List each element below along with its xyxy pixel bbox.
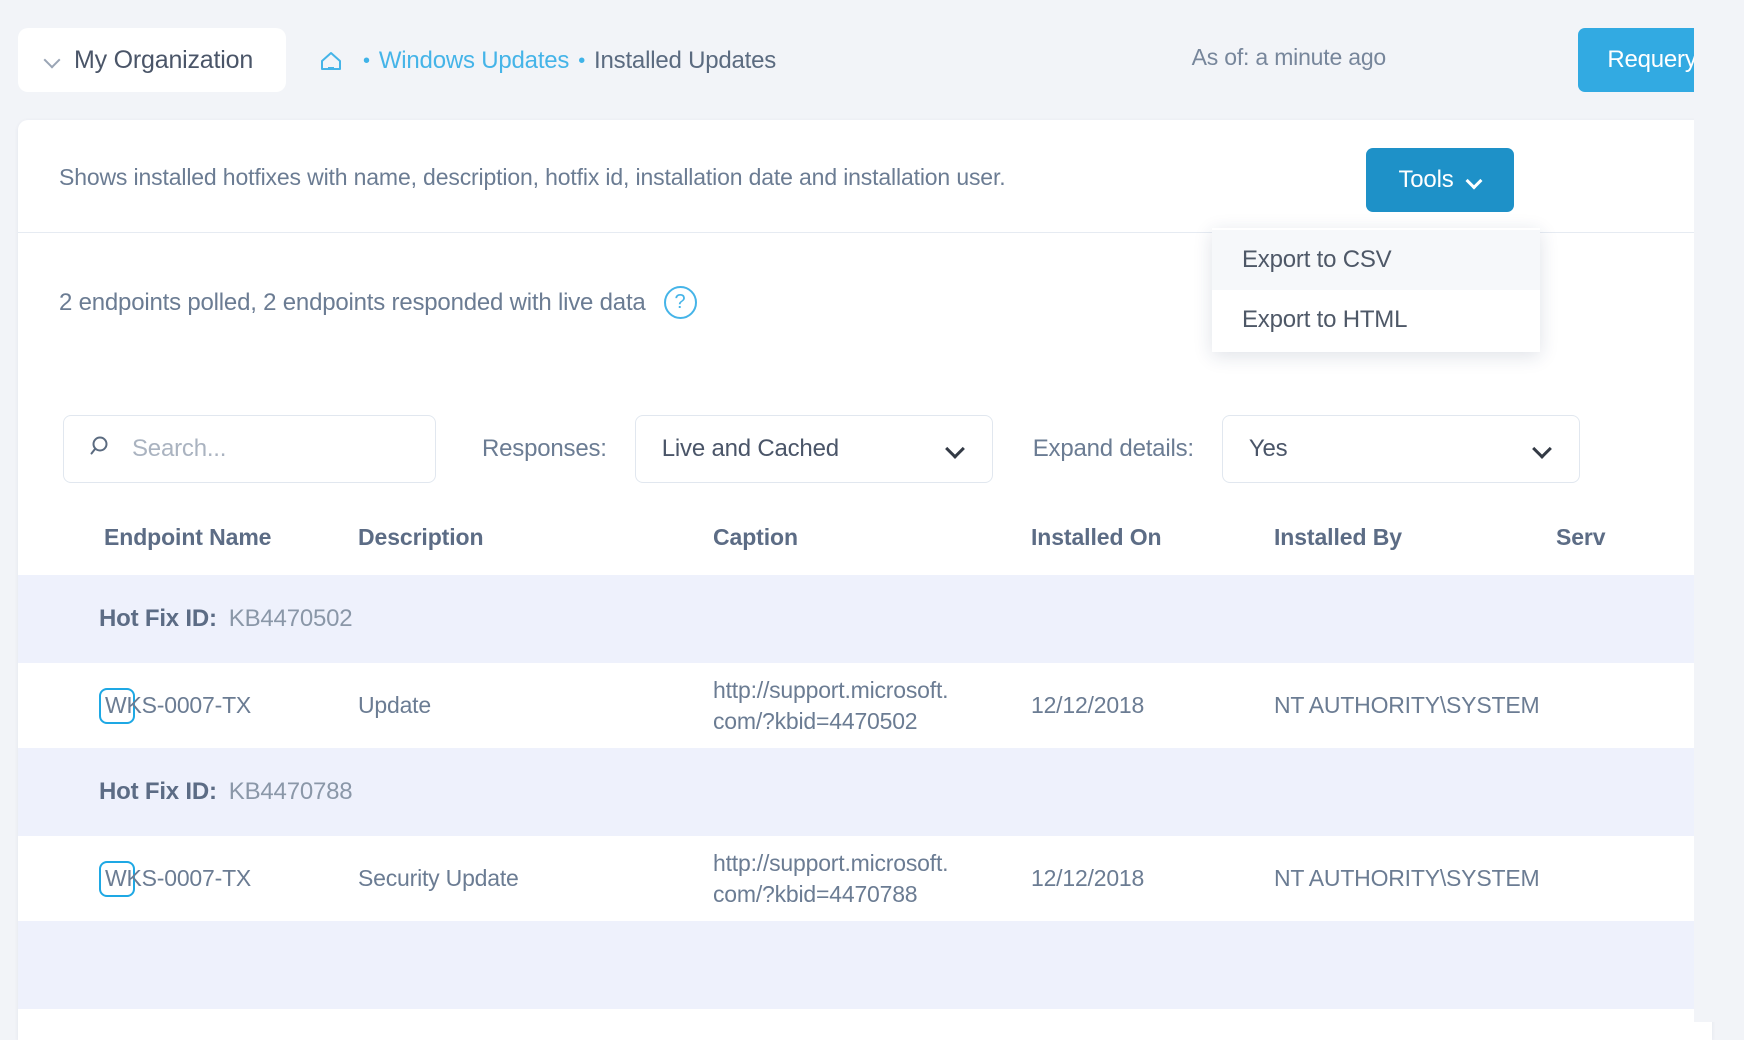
org-selector[interactable]: My Organization <box>18 28 286 92</box>
breadcrumb-link-windows-updates[interactable]: Windows Updates <box>379 47 569 75</box>
help-circle-icon[interactable]: ? <box>664 286 697 319</box>
tools-button[interactable]: Tools <box>1366 148 1514 212</box>
cell-description: Update <box>358 692 713 719</box>
responses-select[interactable]: Live and Cached <box>635 415 993 483</box>
table-row[interactable]: WKS-0007-TX Update http://support.micros… <box>18 663 1712 748</box>
polled-status-text: 2 endpoints polled, 2 endpoints responde… <box>59 289 646 317</box>
chevron-down-icon <box>1533 442 1551 454</box>
group-header-row: Hot Fix ID: KB4470788 <box>18 748 1712 836</box>
page-description: Shows installed hotfixes with name, desc… <box>59 164 1005 191</box>
cell-caption[interactable]: http://support.microsoft. com/?kbid=4470… <box>713 675 1031 737</box>
header-cell-installed-by[interactable]: Installed By <box>1274 524 1556 551</box>
page-right-margin <box>1694 0 1744 1022</box>
search-input[interactable] <box>132 435 412 463</box>
breadcrumb: • Windows Updates • Installed Updates <box>318 41 776 81</box>
cell-installed-by: NT AUTHORITY\SYSTEM <box>1274 692 1556 719</box>
breadcrumb-separator-2: • <box>578 51 585 71</box>
header-cell-service[interactable]: Serv <box>1556 524 1712 551</box>
breadcrumb-current-page: Installed Updates <box>594 47 776 75</box>
row-select-cell <box>18 861 88 897</box>
as-of-timestamp: As of: a minute ago <box>1192 44 1386 71</box>
group-label: Hot Fix ID: <box>99 605 217 633</box>
tools-button-label: Tools <box>1398 166 1453 194</box>
cell-description: Security Update <box>358 865 713 892</box>
caption-line-1: http://support.microsoft. <box>713 850 948 876</box>
group-value: KB4470502 <box>229 605 353 633</box>
breadcrumb-separator-1: • <box>363 51 370 71</box>
home-icon[interactable] <box>318 48 344 74</box>
table-row[interactable]: WKS-0007-TX Security Update http://suppo… <box>18 836 1712 921</box>
responses-select-value: Live and Cached <box>636 435 839 463</box>
expand-details-label: Expand details: <box>1033 435 1194 463</box>
menu-item-export-csv[interactable]: Export to CSV <box>1212 230 1540 290</box>
chevron-down-icon <box>1466 175 1482 186</box>
cell-endpoint-name: WKS-0007-TX <box>88 692 358 719</box>
top-bar: My Organization • Windows Updates • Inst… <box>0 0 1744 120</box>
header-cell-caption[interactable]: Caption <box>713 524 1031 551</box>
org-selector-label: My Organization <box>74 46 253 75</box>
cell-endpoint-name: WKS-0007-TX <box>88 865 358 892</box>
filter-bar: Responses: Live and Cached Expand detail… <box>63 414 1580 484</box>
tools-dropdown-menu: Export to CSV Export to HTML <box>1212 228 1540 352</box>
menu-item-export-html[interactable]: Export to HTML <box>1212 290 1540 350</box>
caption-line-1: http://support.microsoft. <box>713 677 948 703</box>
search-icon <box>88 434 114 465</box>
group-value: KB4470788 <box>229 778 353 806</box>
group-label: Hot Fix ID: <box>99 778 217 806</box>
polled-status: 2 endpoints polled, 2 endpoints responde… <box>59 286 697 319</box>
search-box[interactable] <box>63 415 436 483</box>
cell-installed-by: NT AUTHORITY\SYSTEM <box>1274 865 1556 892</box>
results-table: Endpoint Name Description Caption Instal… <box>18 500 1712 1009</box>
group-header-row <box>18 921 1712 1009</box>
responses-label: Responses: <box>482 435 607 463</box>
caption-line-2: com/?kbid=4470788 <box>713 881 917 907</box>
cell-installed-on: 12/12/2018 <box>1031 865 1274 892</box>
header-cell-endpoint-name[interactable]: Endpoint Name <box>88 524 358 551</box>
row-select-cell <box>18 688 88 724</box>
expand-details-select-value: Yes <box>1223 435 1288 463</box>
cell-caption[interactable]: http://support.microsoft. com/?kbid=4470… <box>713 848 1031 910</box>
group-header-row: Hot Fix ID: KB4470502 <box>18 575 1712 663</box>
caption-line-2: com/?kbid=4470502 <box>713 708 917 734</box>
header-cell-installed-on[interactable]: Installed On <box>1031 524 1274 551</box>
header-cell-description[interactable]: Description <box>358 524 713 551</box>
content-card: Shows installed hotfixes with name, desc… <box>18 120 1712 1040</box>
cell-installed-on: 12/12/2018 <box>1031 692 1274 719</box>
chevron-down-icon <box>44 52 60 68</box>
chevron-down-icon <box>946 442 964 454</box>
table-header-row: Endpoint Name Description Caption Instal… <box>18 500 1712 575</box>
expand-details-select[interactable]: Yes <box>1222 415 1580 483</box>
